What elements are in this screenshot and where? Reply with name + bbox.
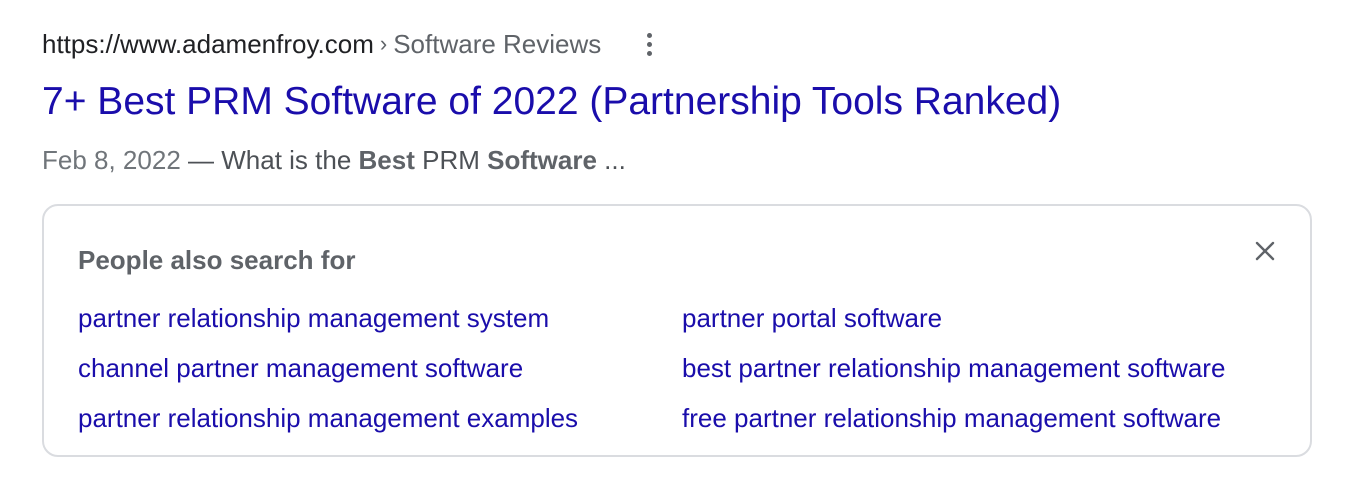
- dot: [646, 41, 652, 47]
- related-searches-grid: partner relationship management system p…: [78, 300, 1264, 450]
- result-title-link[interactable]: 7+ Best PRM Software of 2022 (Partnershi…: [42, 76, 1061, 128]
- snippet-bold: Best: [358, 145, 415, 175]
- related-search-link[interactable]: channel partner management software: [78, 350, 682, 400]
- snippet-text: PRM: [414, 145, 488, 175]
- result-snippet: Feb 8, 2022 — What is the Best PRM Softw…: [42, 142, 626, 178]
- close-icon[interactable]: [1250, 236, 1280, 266]
- related-search-link[interactable]: partner relationship management system: [78, 300, 682, 350]
- more-options-icon[interactable]: [639, 24, 659, 64]
- people-also-search-heading: People also search for: [78, 245, 356, 275]
- people-also-search-panel: People also search for partner relations…: [42, 204, 1312, 457]
- snippet-bold: Software: [487, 145, 597, 175]
- result-url-row: https://www.adamenfroy.com › Software Re…: [42, 24, 1322, 64]
- snippet-date: Feb 8, 2022: [42, 145, 181, 175]
- result-url[interactable]: https://www.adamenfroy.com: [42, 24, 374, 64]
- snippet-dash: —: [180, 145, 222, 175]
- related-search-link[interactable]: partner portal software: [682, 300, 1264, 350]
- dot: [646, 50, 652, 56]
- breadcrumb[interactable]: Software Reviews: [393, 24, 601, 64]
- related-search-link[interactable]: best partner relationship management sof…: [682, 350, 1264, 400]
- dot: [646, 32, 652, 38]
- snippet-text: ...: [596, 145, 626, 175]
- search-result: https://www.adamenfroy.com › Software Re…: [42, 24, 1322, 175]
- related-search-link[interactable]: partner relationship management examples: [78, 400, 682, 450]
- related-search-link[interactable]: free partner relationship management sof…: [682, 400, 1264, 450]
- snippet-text: What is the: [221, 145, 359, 175]
- breadcrumb-separator: ›: [379, 31, 388, 56]
